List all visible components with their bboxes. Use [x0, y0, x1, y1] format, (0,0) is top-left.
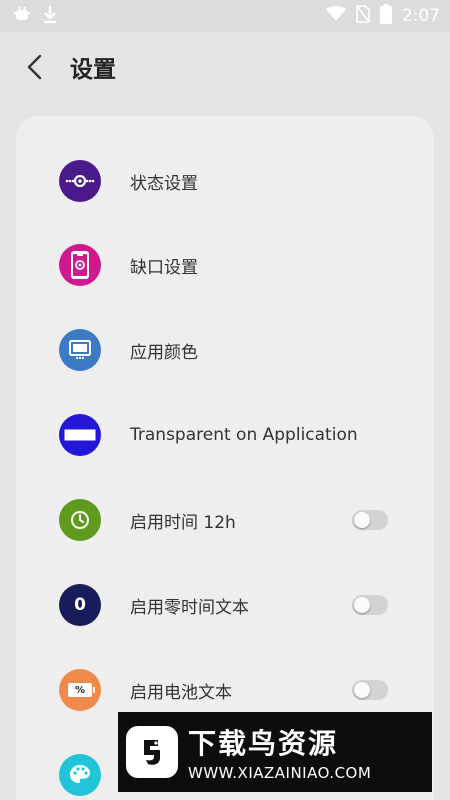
battery-percent-glyph: % [74, 684, 86, 696]
no-sim-icon [356, 5, 370, 27]
back-button[interactable] [8, 40, 62, 94]
setting-row-12h-time[interactable]: 启用时间 12h [16, 478, 434, 562]
transparent-icon [59, 414, 101, 456]
battery-shape: % [68, 683, 95, 697]
toggle-knob [354, 512, 370, 528]
zero-time-icon: 0 [59, 584, 101, 626]
status-bar-right: 2:07 [325, 4, 440, 28]
watermark-text: 下载鸟资源 WWW.XIAZAINIAO.COM [188, 722, 371, 782]
setting-label-app-color: 应用颜色 [130, 342, 198, 363]
watermark-url: WWW.XIAZAINIAO.COM [188, 764, 372, 782]
setting-label-12h-time: 启用时间 12h [130, 512, 236, 533]
wifi-icon [325, 6, 346, 26]
setting-label-transparent: Transparent on Application [130, 425, 358, 445]
toggle-12h-time[interactable] [352, 510, 388, 530]
setting-label-status: 状态设置 [130, 173, 198, 194]
settings-card: 状态设置 缺口设置 应用颜色 Transparent on Applicatio… [16, 116, 434, 800]
page-title: 设置 [70, 57, 116, 83]
app-color-icon [59, 329, 101, 371]
debug-icon [12, 4, 32, 28]
setting-label-notch: 缺口设置 [130, 257, 198, 278]
status-bar: 2:07 [0, 0, 450, 32]
bird-logo-icon [126, 726, 178, 778]
download-icon [42, 4, 58, 28]
status-time: 2:07 [401, 6, 440, 26]
status-settings-icon [59, 160, 101, 202]
battery-tip [93, 687, 95, 693]
setting-row-status[interactable]: 状态设置 [16, 139, 434, 223]
toggle-zero-time[interactable] [352, 595, 388, 615]
setting-row-transparent[interactable]: Transparent on Application [16, 393, 434, 477]
setting-row-zero-time[interactable]: 0 启用零时间文本 [16, 563, 434, 647]
toggle-knob [354, 597, 370, 613]
battery-icon [379, 4, 392, 28]
setting-row-notch[interactable]: 缺口设置 [16, 223, 434, 307]
app-bar: 设置 [0, 32, 450, 102]
watermark-title: 下载鸟资源 [188, 727, 339, 760]
setting-row-app-color[interactable]: 应用颜色 [16, 308, 434, 392]
setting-label-battery-text: 启用电池文本 [130, 682, 232, 703]
watermark-banner: 下载鸟资源 WWW.XIAZAINIAO.COM [118, 712, 432, 792]
setting-label-zero-time: 启用零时间文本 [130, 597, 249, 618]
battery-text-icon: % [59, 669, 101, 711]
palette-icon [59, 754, 101, 796]
notch-settings-icon [59, 244, 101, 286]
zero-time-icon-glyph: 0 [74, 595, 86, 615]
toggle-knob [354, 682, 370, 698]
clock-icon [59, 499, 101, 541]
toggle-battery-text[interactable] [352, 680, 388, 700]
back-arrow-icon [27, 54, 42, 80]
status-bar-left [12, 4, 58, 28]
